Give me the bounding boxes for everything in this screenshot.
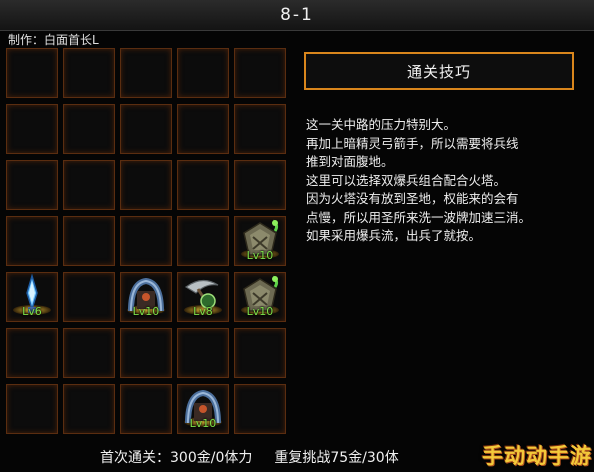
board-cell[interactable] (63, 328, 115, 378)
board-cell[interactable] (177, 48, 229, 98)
tip-line: 点慢，所以用圣所来洗一波牌加速三消。 (306, 209, 532, 225)
board-grid: Lv10 Lv6 Lv10 Lv8 Lv10 Lv10 (6, 48, 294, 442)
board-cell[interactable] (234, 160, 286, 210)
tip-line: 这里可以选择双爆兵组合配合火塔。 (306, 172, 507, 188)
site-watermark: 手动动手游 (482, 444, 592, 468)
board-cell[interactable] (6, 104, 58, 154)
board-cell[interactable] (6, 384, 58, 434)
board-cell[interactable] (120, 104, 172, 154)
reward-footer: 首次通关：300金/0体力 重复挑战75金/30体 (100, 446, 490, 468)
board-cell[interactable]: Lv8 (177, 272, 229, 322)
repeat-reward: 重复挑战75金/30体 (274, 450, 399, 466)
tips-header-box: 通关技巧 (304, 52, 574, 90)
board-cell[interactable] (63, 216, 115, 266)
level-title: 8-1 (280, 5, 314, 25)
board-cell[interactable] (234, 384, 286, 434)
tip-line: 再加上暗精灵弓箭手，所以需要将兵线 (306, 135, 519, 151)
board-cell[interactable] (120, 384, 172, 434)
tips-text: 这一关中路的压力特别大。再加上暗精灵弓箭手，所以需要将兵线 推到对面腹地。这里可以… (306, 116, 590, 246)
tips-header-label: 通关技巧 (406, 62, 471, 81)
board-cell[interactable] (177, 160, 229, 210)
board-cell[interactable]: Lv10 (120, 272, 172, 322)
board-cell[interactable]: Lv10 (234, 272, 286, 322)
board-cell[interactable] (234, 328, 286, 378)
board-cell[interactable]: Lv6 (6, 272, 58, 322)
board-cell[interactable]: Lv10 (234, 216, 286, 266)
author-credit: 制作：白面首长L (8, 33, 99, 47)
board-cell[interactable] (6, 328, 58, 378)
board-cell[interactable]: Lv10 (177, 384, 229, 434)
board-cell[interactable] (6, 216, 58, 266)
board-cell[interactable] (63, 48, 115, 98)
board-cell[interactable] (177, 216, 229, 266)
first-clear-reward: 首次通关：300金/0体力 (100, 450, 253, 466)
board-cell[interactable] (63, 160, 115, 210)
board-cell[interactable] (177, 328, 229, 378)
board-cell[interactable] (6, 160, 58, 210)
board-cell[interactable] (234, 104, 286, 154)
board-cell[interactable] (120, 216, 172, 266)
unit-level: Lv6 (22, 305, 42, 318)
board-cell[interactable] (177, 104, 229, 154)
level-title-bar: 8-1 (0, 0, 594, 31)
board-cell[interactable] (63, 104, 115, 154)
unit-level: Lv10 (246, 249, 274, 262)
tip-line: 推到对面腹地。 (306, 154, 394, 169)
unit-level: Lv10 (132, 305, 160, 318)
board-cell[interactable] (234, 48, 286, 98)
unit-level: Lv10 (246, 305, 274, 318)
unit-level: Lv10 (189, 417, 217, 430)
board-cell[interactable] (6, 48, 58, 98)
unit-level: Lv8 (193, 305, 213, 318)
board-cell[interactable] (120, 48, 172, 98)
tip-line: 因为火塔没有放到圣地，权能来的会有 (306, 191, 519, 206)
board-cell[interactable] (120, 328, 172, 378)
board-cell[interactable] (63, 384, 115, 434)
tip-line: 如果采用爆兵流，出兵了就按。 (306, 228, 482, 243)
board-cell[interactable] (63, 272, 115, 322)
board-cell[interactable] (120, 160, 172, 210)
tip-line: 这一关中路的压力特别大。 (306, 117, 457, 132)
